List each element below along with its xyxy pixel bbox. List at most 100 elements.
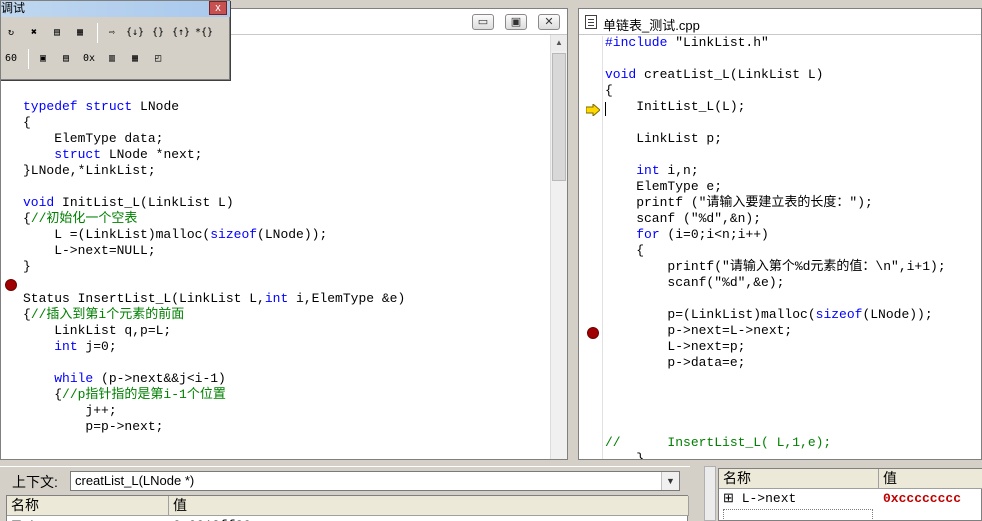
watch-window-icon[interactable]: ▣ — [33, 49, 53, 69]
code-line[interactable]: void creatList_L(LinkList L) — [605, 67, 946, 83]
debug-toolbar-titlebar[interactable]: 调试 — [1, 1, 230, 17]
code-line[interactable]: printf ("请输入要建立表的长度："); — [605, 195, 946, 211]
code-line[interactable]: {//初始化一个空表 — [23, 211, 405, 227]
code-token: { — [605, 243, 645, 258]
code-line[interactable]: p=p->next; — [23, 419, 405, 435]
variable-name[interactable]: ⊞ L->next — [723, 490, 873, 508]
code-line[interactable]: scanf("%d",&e); — [605, 275, 946, 291]
code-line[interactable]: j++; — [23, 403, 405, 419]
code-line[interactable] — [23, 83, 405, 99]
code-line[interactable]: L =(LinkList)malloc(sizeof(LNode)); — [23, 227, 405, 243]
code-line[interactable] — [23, 355, 405, 371]
debug-toolbar-close-button[interactable]: x — [209, 1, 227, 15]
code-line[interactable]: LinkList p; — [605, 131, 946, 147]
code-token: LinkList q,p=L; — [23, 323, 172, 338]
code-line[interactable] — [605, 387, 946, 403]
break-execution-icon[interactable]: ▤ — [47, 23, 67, 43]
code-line[interactable] — [605, 115, 946, 131]
code-line[interactable]: {//p指针指的是第i-1个位置 — [23, 387, 405, 403]
restart-icon[interactable]: ↻ — [1, 23, 21, 43]
variables-grid[interactable]: 名称 值 ⊞ L 0x0012ff80 — [6, 495, 689, 521]
name-column-header[interactable]: 名称 — [7, 496, 169, 516]
stop-debugging-icon[interactable]: ✖ — [24, 23, 44, 43]
code-line[interactable]: }LNode,*LinkList; — [23, 163, 405, 179]
step-out-icon[interactable]: {↑} — [171, 23, 191, 43]
code-line[interactable]: L->next=NULL; — [23, 243, 405, 259]
value-column-header[interactable]: 值 — [879, 469, 982, 489]
code-line[interactable]: { — [23, 115, 405, 131]
code-line[interactable]: void InitList_L(LinkList L) — [23, 195, 405, 211]
variable-name[interactable]: ⊞ L — [11, 517, 161, 521]
code-line[interactable]: for (i=0;i<n;i++) — [605, 227, 946, 243]
code-line[interactable]: } — [605, 451, 946, 459]
apply-code-changes-icon[interactable]: ▦ — [70, 23, 90, 43]
keyword-token: int — [636, 163, 660, 178]
code-line[interactable] — [605, 371, 946, 387]
new-watch-entry[interactable] — [723, 509, 873, 521]
code-line[interactable] — [605, 51, 946, 67]
minimize-button[interactable]: ▭ — [472, 14, 494, 30]
code-line[interactable] — [23, 275, 405, 291]
code-line[interactable]: ElemType e; — [605, 179, 946, 195]
left-code-area[interactable]: #define LNODE 1typedef int ElemType;type… — [23, 35, 405, 435]
debug-toolbar[interactable]: 调试 x ↻ ✖ ▤ ▦ ⇨ {↓}{} {↑} *{} 60 ▣ ▤ 0x ▥ ▦ ◰ — [0, 0, 230, 80]
code-line[interactable]: } — [23, 259, 405, 275]
restore-button[interactable]: ▣ — [505, 14, 527, 30]
watch-grid[interactable]: 名称 值 ⊞ L->next 0xcccccccc — [718, 468, 982, 521]
code-line[interactable]: printf("请输入第个%d元素的值：\n",i+1); — [605, 259, 945, 275]
left-editor-gutter[interactable] — [1, 36, 21, 459]
code-line[interactable] — [605, 403, 946, 419]
context-dropdown[interactable]: creatList_L(LNode *) ▼ — [70, 471, 680, 491]
code-line[interactable]: {//插入到第i个元素的前面 — [23, 307, 405, 323]
code-line[interactable]: while (p->next&&j<i-1) — [23, 371, 405, 387]
left-editor-vertical-scrollbar[interactable]: ▲ — [550, 35, 567, 459]
code-line[interactable]: { — [605, 83, 946, 99]
code-line[interactable]: L->next=p; — [605, 339, 946, 355]
code-line[interactable]: // InsertList_L( L,1,e); — [605, 435, 946, 451]
name-column-header[interactable]: 名称 — [719, 469, 879, 489]
quickwatch-icon[interactable]: 60 — [1, 49, 21, 69]
memory-window-icon[interactable]: ▥ — [102, 49, 122, 69]
code-line[interactable]: ElemType data; — [23, 131, 405, 147]
code-line[interactable]: #include "LinkList.h" — [605, 35, 946, 51]
breakpoint-icon[interactable] — [5, 279, 17, 291]
step-into-icon[interactable]: {↓} — [125, 23, 145, 43]
right-code-area[interactable]: #include "LinkList.h" void creatList_L(Li… — [605, 35, 946, 459]
close-button[interactable]: ✕ — [538, 14, 560, 30]
code-line[interactable]: struct LNode *next; — [23, 147, 405, 163]
chevron-down-icon[interactable]: ▼ — [661, 472, 679, 490]
scrollbar-thumb[interactable] — [552, 53, 566, 181]
code-token: { — [23, 387, 63, 402]
show-next-statement-icon[interactable]: ⇨ — [102, 23, 122, 43]
run-to-cursor-icon[interactable]: *{} — [194, 23, 214, 43]
code-line[interactable]: LinkList q,p=L; — [23, 323, 405, 339]
watch-panel-scroll-strip[interactable] — [704, 466, 716, 521]
code-line[interactable] — [605, 419, 946, 435]
code-line[interactable]: scanf ("%d",&n); — [605, 211, 946, 227]
code-line[interactable]: InitList_L(L); — [605, 99, 946, 115]
value-column-header[interactable]: 值 — [169, 496, 689, 516]
variable-value[interactable]: 0xcccccccc — [883, 490, 961, 508]
code-line[interactable]: { — [605, 243, 946, 259]
code-line[interactable] — [605, 291, 946, 307]
code-line[interactable]: p->data=e; — [605, 355, 946, 371]
keyword-token: void — [23, 195, 55, 210]
code-line[interactable]: p=(LinkList)malloc(sizeof(LNode)); — [605, 307, 946, 323]
breakpoint-icon[interactable] — [587, 327, 599, 339]
right-editor-gutter[interactable] — [579, 36, 603, 459]
variable-value[interactable]: 0x0012ff80 — [173, 517, 251, 521]
registers-window-icon[interactable]: 0x — [79, 49, 99, 69]
code-line[interactable]: typedef struct LNode — [23, 99, 405, 115]
code-line[interactable]: int j=0; — [23, 339, 405, 355]
scroll-up-arrow-icon[interactable]: ▲ — [551, 35, 567, 51]
code-line[interactable] — [23, 179, 405, 195]
variables-window-icon[interactable]: ▤ — [56, 49, 76, 69]
step-over-icon[interactable]: {} — [148, 23, 168, 43]
right-editor-window[interactable]: 单链表_测试.cpp #include "LinkList.h" void cre… — [578, 8, 982, 460]
code-line[interactable]: int i,n; — [605, 163, 946, 179]
disassembly-window-icon[interactable]: ◰ — [148, 49, 168, 69]
code-line[interactable] — [605, 147, 946, 163]
call-stack-window-icon[interactable]: ▦ — [125, 49, 145, 69]
code-line[interactable]: Status InsertList_L(LinkList L,int i,Ele… — [23, 291, 405, 307]
code-line[interactable]: p->next=L->next; — [605, 323, 946, 339]
